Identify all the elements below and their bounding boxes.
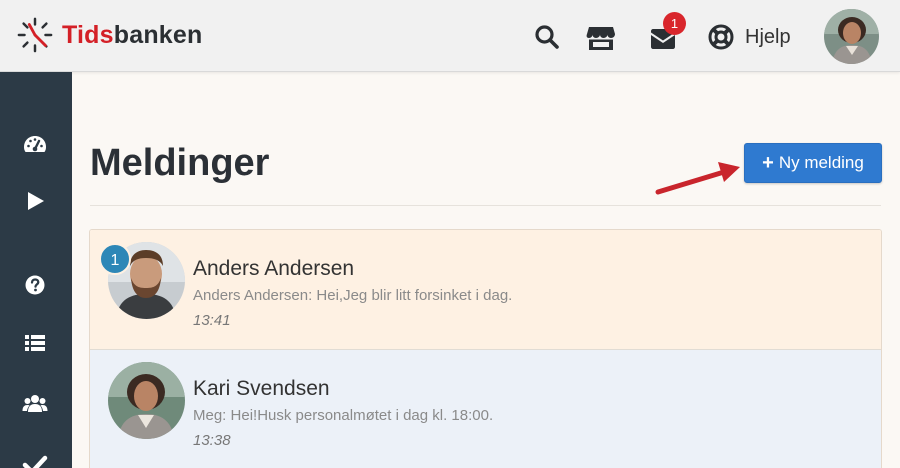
message-sender-name: Kari Svendsen [193,377,330,400]
unread-count-badge: 1 [99,243,131,275]
new-message-label: Ny melding [778,153,864,172]
logo-text-prefix: Tids [62,20,114,49]
question-circle-icon[interactable] [22,272,48,298]
help-label: Hjelp [745,25,791,48]
help-link[interactable]: Hjelp [708,23,791,51]
message-time: 13:38 [193,432,231,449]
message-time: 13:41 [193,312,231,329]
annotation-arrow-icon [655,162,740,195]
message-sender-name: Anders Andersen [193,257,355,280]
message-item[interactable]: Kari Svendsen Meg: Hei!Husk personalmøte… [90,350,881,468]
message-list: 1 Anders Andersen Anders Andersen: Hei,J… [89,229,882,468]
check-icon[interactable] [22,452,48,468]
tidsbanken-logo[interactable]: Tidsbanken [16,16,202,54]
user-avatar[interactable] [824,9,879,64]
message-preview: Anders Andersen: Hei,Jeg blir litt forsi… [193,287,513,304]
top-bar: Tidsbanken 1 Hjelp [0,0,900,72]
logo-mark-icon [17,17,53,53]
avatar [108,362,185,439]
mail-notification-badge: 1 [663,12,686,35]
logo-text: Tidsbanken [62,21,202,50]
avatar-image [108,362,185,439]
sidebar [0,72,72,468]
search-icon[interactable] [534,24,560,50]
users-icon[interactable] [22,391,48,417]
new-message-button[interactable]: + Ny melding [744,143,882,183]
store-icon[interactable] [586,25,616,51]
logo-text-suffix: banken [113,20,203,49]
life-ring-icon [708,24,734,50]
play-icon[interactable] [22,188,48,214]
message-item[interactable]: 1 Anders Andersen Anders Andersen: Hei,J… [90,230,881,350]
title-divider [90,205,881,206]
list-icon[interactable] [22,330,48,356]
dashboard-icon[interactable] [22,132,48,158]
user-avatar-image [824,9,879,64]
plus-icon: + [762,152,774,174]
page-title: Meldinger [90,142,270,184]
message-preview: Meg: Hei!Husk personalmøtet i dag kl. 18… [193,407,494,424]
